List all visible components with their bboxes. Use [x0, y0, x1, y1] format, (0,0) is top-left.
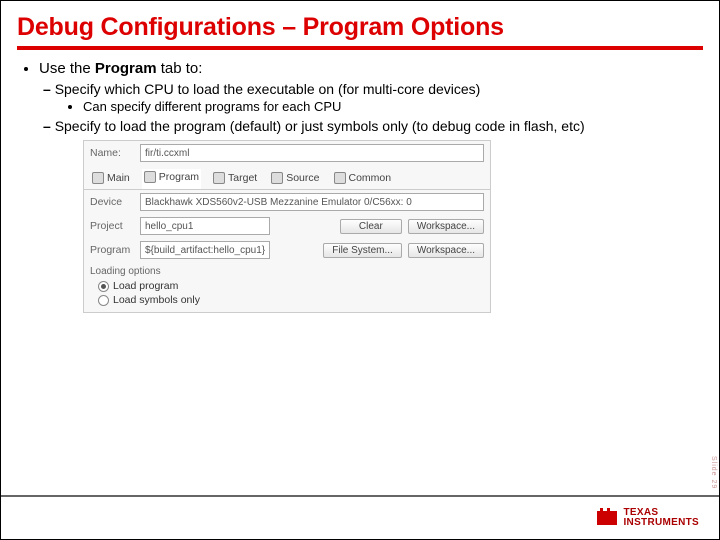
clear-button[interactable]: Clear	[340, 219, 402, 234]
tab-program-label: Program	[159, 171, 199, 183]
filesystem-button[interactable]: File System...	[323, 243, 402, 258]
bullet-list: Use the Program tab to: Specify which CP…	[17, 60, 703, 134]
tab-common-label: Common	[349, 172, 392, 184]
tab-main-label: Main	[107, 172, 130, 184]
main-icon	[92, 172, 104, 184]
config-panel: Name: fir/ti.ccxml Main Program Target S…	[83, 140, 491, 313]
project-workspace-button[interactable]: Workspace...	[408, 219, 484, 234]
tab-target-label: Target	[228, 172, 257, 184]
radio-load-program-label: Load program	[113, 280, 178, 292]
sub-bullet-cpu-text: Specify which CPU to load the executable…	[55, 81, 481, 97]
radio-load-program[interactable]: Load program	[84, 279, 490, 293]
radio-load-symbols[interactable]: Load symbols only	[84, 293, 490, 312]
radio-icon	[98, 281, 109, 292]
target-icon	[213, 172, 225, 184]
ti-logo: TEXAS INSTRUMENTS	[597, 508, 699, 529]
bullet-main: Use the Program tab to: Specify which CP…	[39, 60, 703, 134]
sub-bullet-cpu: Specify which CPU to load the executable…	[57, 81, 703, 114]
tab-source[interactable]: Source	[269, 169, 321, 189]
radio-icon	[98, 295, 109, 306]
name-label: Name:	[90, 147, 134, 159]
name-field[interactable]: fir/ti.ccxml	[140, 144, 484, 162]
sub-bullet-symbols: Specify to load the program (default) or…	[57, 118, 703, 134]
side-tag: Slide 29	[710, 456, 717, 489]
tab-source-label: Source	[286, 172, 319, 184]
sub2-bullet-programs: Can specify different programs for each …	[83, 99, 703, 114]
program-field-label: Program	[90, 244, 134, 256]
chip-icon	[597, 511, 617, 525]
radio-load-symbols-label: Load symbols only	[113, 294, 200, 306]
bullet-main-pre: Use the	[39, 60, 95, 77]
common-icon	[334, 172, 346, 184]
device-label: Device	[90, 196, 134, 208]
program-workspace-button[interactable]: Workspace...	[408, 243, 484, 258]
bullet-main-strong: Program	[95, 60, 157, 77]
tab-main[interactable]: Main	[90, 169, 132, 189]
source-icon	[271, 172, 283, 184]
project-field[interactable]: hello_cpu1	[140, 217, 270, 235]
slide-title: Debug Configurations – Program Options	[17, 13, 703, 50]
tab-bar: Main Program Target Source Common	[84, 165, 490, 190]
program-field[interactable]: ${build_artifact:hello_cpu1}	[140, 241, 270, 259]
tab-target[interactable]: Target	[211, 169, 259, 189]
program-icon	[144, 171, 156, 183]
project-label: Project	[90, 220, 134, 232]
logo-line2: INSTRUMENTS	[623, 518, 699, 529]
device-field[interactable]: Blackhawk XDS560v2-USB Mezzanine Emulato…	[140, 193, 484, 211]
footer-bar: TEXAS INSTRUMENTS	[1, 495, 719, 539]
bullet-main-post: tab to:	[157, 60, 203, 77]
loading-options-header: Loading options	[84, 262, 490, 279]
tab-common[interactable]: Common	[332, 169, 394, 189]
tab-program[interactable]: Program	[142, 169, 201, 189]
